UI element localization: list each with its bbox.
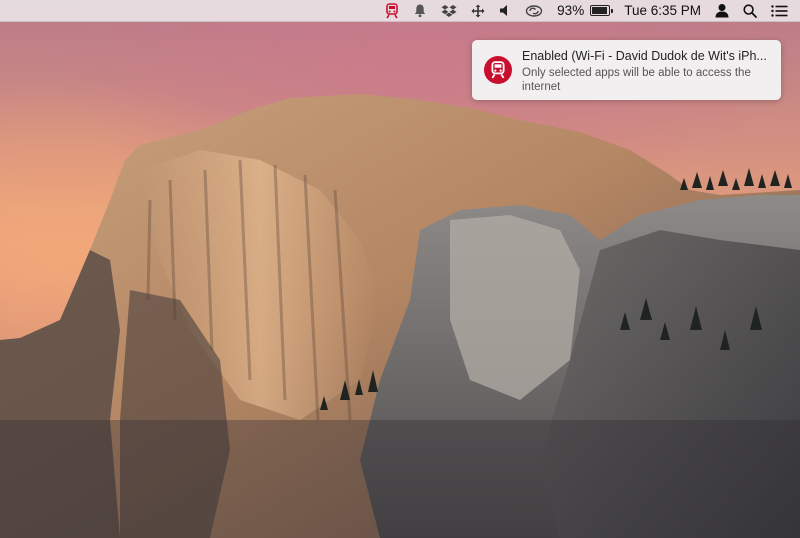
clock-menu[interactable]: Tue 6:35 PM bbox=[624, 0, 701, 22]
user-icon bbox=[715, 4, 729, 18]
volume-menu[interactable] bbox=[499, 0, 511, 22]
user-menu[interactable] bbox=[715, 0, 729, 22]
notification-center-icon bbox=[771, 4, 788, 17]
notification-message: Only selected apps will be able to acces… bbox=[522, 67, 751, 93]
notification-center-menu[interactable] bbox=[771, 0, 788, 22]
battery-percent: 93% bbox=[557, 3, 585, 18]
notification-banner[interactable]: Enabled (Wi-Fi - David Dudok de Wit's iP… bbox=[472, 40, 781, 100]
notification-bell-icon bbox=[414, 4, 426, 18]
battery-icon bbox=[590, 5, 613, 16]
train-app-icon bbox=[484, 56, 512, 84]
menu-bar: 93% Tue 6:35 PM bbox=[0, 0, 800, 22]
train-app-icon bbox=[386, 2, 398, 18]
train-app-menu[interactable] bbox=[385, 0, 399, 22]
move-arrows-icon bbox=[471, 4, 485, 17]
sync-menu[interactable] bbox=[525, 0, 543, 22]
volume-icon bbox=[500, 5, 508, 16]
notification-bell-menu[interactable] bbox=[413, 0, 427, 22]
dropbox-icon bbox=[441, 4, 457, 17]
battery-menu[interactable]: 93% bbox=[557, 0, 613, 22]
notification-title: Enabled (Wi-Fi - David Dudok de Wit's iP… bbox=[522, 49, 767, 63]
spotlight-search-icon bbox=[743, 3, 757, 18]
dropbox-menu[interactable] bbox=[441, 0, 457, 22]
spotlight-menu[interactable] bbox=[743, 0, 757, 22]
desktop[interactable]: 93% Tue 6:35 PM Enabled (Wi-Fi - David D… bbox=[0, 0, 800, 538]
notification-body: Enabled (Wi-Fi - David Dudok de Wit's iP… bbox=[522, 40, 780, 94]
move-arrows-menu[interactable] bbox=[471, 0, 485, 22]
clock: Tue 6:35 PM bbox=[624, 3, 701, 18]
sync-icon bbox=[525, 4, 543, 17]
